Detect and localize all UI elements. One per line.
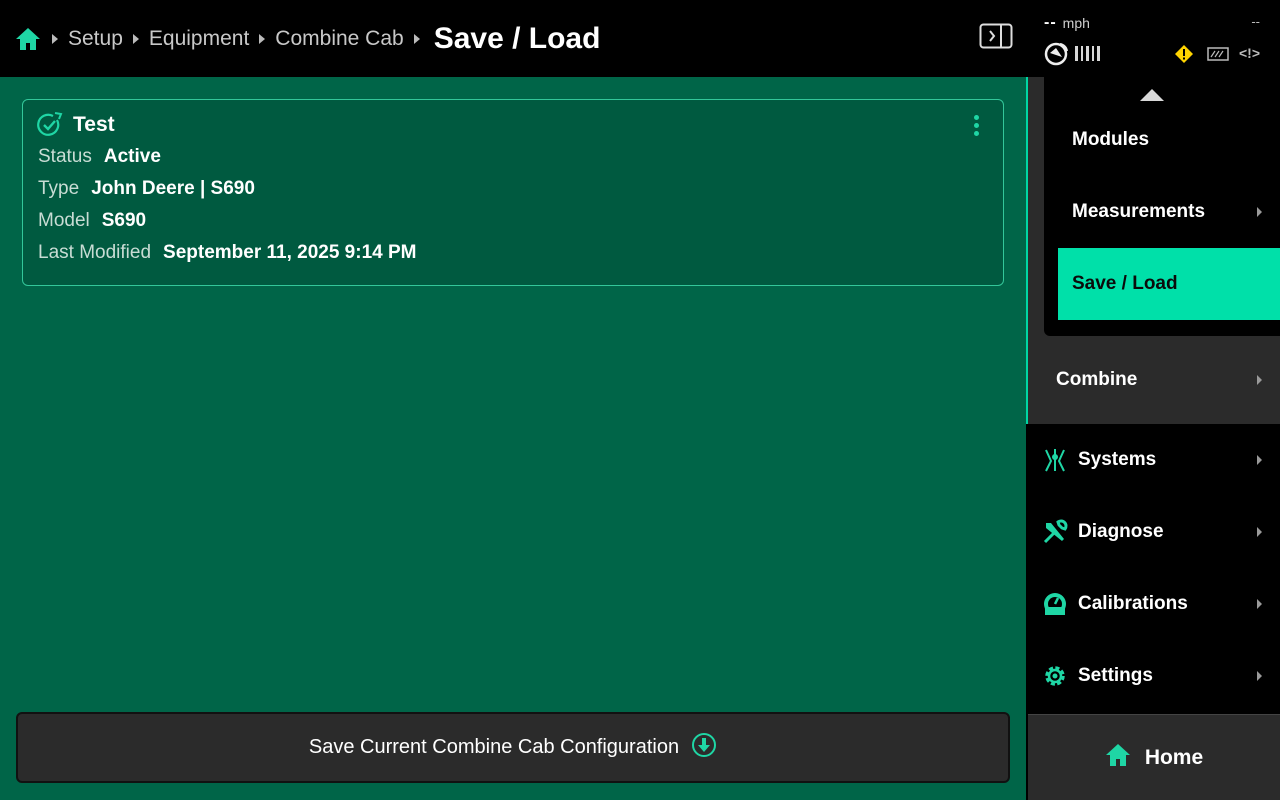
signal-bars-icon [1075,46,1100,61]
page-title: Save / Load [433,21,601,55]
active-config-check-icon [37,112,63,138]
sidebar-item-label: Save / Load [1072,273,1178,294]
type-row: Type John Deere | S690 [38,178,255,200]
configuration-name: Test [73,113,115,136]
sidebar-item-label: Diagnose [1078,521,1164,542]
field-value: Active [103,146,161,167]
field-label: Type [38,178,80,199]
field-value: September 11, 2025 9:14 PM [163,242,417,263]
field-value: S690 [101,210,147,231]
home-icon [1105,743,1131,773]
field-label: Last Modified [38,242,152,263]
speed-unit: mph [1062,15,1090,31]
model-row: Model S690 [38,210,146,232]
sidebar-item-modules[interactable]: Modules [1044,104,1280,176]
home-button[interactable]: Home [1028,714,1280,800]
home-icon[interactable] [14,25,42,53]
implement-icon[interactable] [1207,45,1229,68]
sidebar-item-combine[interactable]: Combine [1028,336,1280,424]
top-bar: Setup Equipment Combine Cab Save / Load [0,0,1026,77]
sidebar-item-label: Calibrations [1078,593,1188,614]
combine-cab-submenu: Modules Measurements Save / Load [1044,77,1280,336]
sidebar-item-label: Settings [1078,665,1153,686]
gps-icon[interactable] [1044,40,1070,66]
breadcrumb-equipment[interactable]: Equipment [149,27,249,51]
chevron-right-icon [1257,599,1262,609]
sidebar-item-diagnose[interactable]: Diagnose [1026,496,1280,568]
field-label: Model [38,210,90,231]
chevron-right-icon [1257,527,1262,537]
sidebar-item-save-load[interactable]: Save / Load [1058,248,1280,320]
chevron-right-icon [404,33,430,44]
speed-readout: -- mph [1044,14,1090,32]
status-right-value: -- [1251,14,1260,29]
panel-toggle-icon[interactable] [979,23,1013,49]
last-modified-row: Last Modified September 11, 2025 9:14 PM [38,242,417,264]
speed-value: -- [1044,14,1057,31]
more-options-icon[interactable] [971,115,981,136]
sidebar-item-label: Systems [1078,449,1157,470]
chevron-right-icon [42,33,68,44]
systems-icon [1042,447,1068,473]
home-button-label: Home [1144,745,1204,769]
chevron-right-icon [1257,375,1262,385]
field-value: John Deere | S690 [91,178,255,199]
chevron-right-icon [1257,671,1262,681]
combine-submenu-area: Modules Measurements Save / Load Combine [1026,77,1280,424]
alert-code-icon[interactable]: <!> [1239,45,1260,61]
warning-icon[interactable] [1174,44,1194,69]
sidebar-item-systems[interactable]: Systems [1026,424,1280,496]
status-area: -- mph -- [1026,0,1280,77]
chevron-right-icon [1257,455,1262,465]
sidebar-item-label: Combine [1056,369,1138,390]
breadcrumb-setup[interactable]: Setup [68,27,123,51]
sidebar-item-label: Measurements [1072,201,1206,222]
chevron-right-icon [123,33,149,44]
gear-icon [1042,663,1068,689]
sidebar-item-settings[interactable]: Settings [1026,640,1280,712]
status-row: Status Active [38,146,161,168]
wrench-screwdriver-icon [1042,519,1068,545]
main-content: Test Status Active Type John Deere | S69… [0,77,1026,800]
configuration-card[interactable]: Test Status Active Type John Deere | S69… [22,99,1004,286]
breadcrumb-combine-cab[interactable]: Combine Cab [275,27,403,51]
sidebar-item-label: Modules [1072,129,1150,150]
sidebar-item-calibrations[interactable]: Calibrations [1026,568,1280,640]
chevron-right-icon [1257,207,1262,217]
download-icon [691,732,717,763]
save-configuration-button[interactable]: Save Current Combine Cab Configuration [16,712,1010,783]
sidebar-menu: Modules Measurements Save / Load Combine… [1026,77,1280,800]
save-button-label: Save Current Combine Cab Configuration [308,736,680,758]
gauge-icon [1042,591,1068,617]
field-label: Status [38,146,92,167]
scroll-up-icon[interactable] [1140,89,1164,101]
chevron-right-icon [249,33,275,44]
sidebar-item-measurements[interactable]: Measurements [1044,176,1280,248]
